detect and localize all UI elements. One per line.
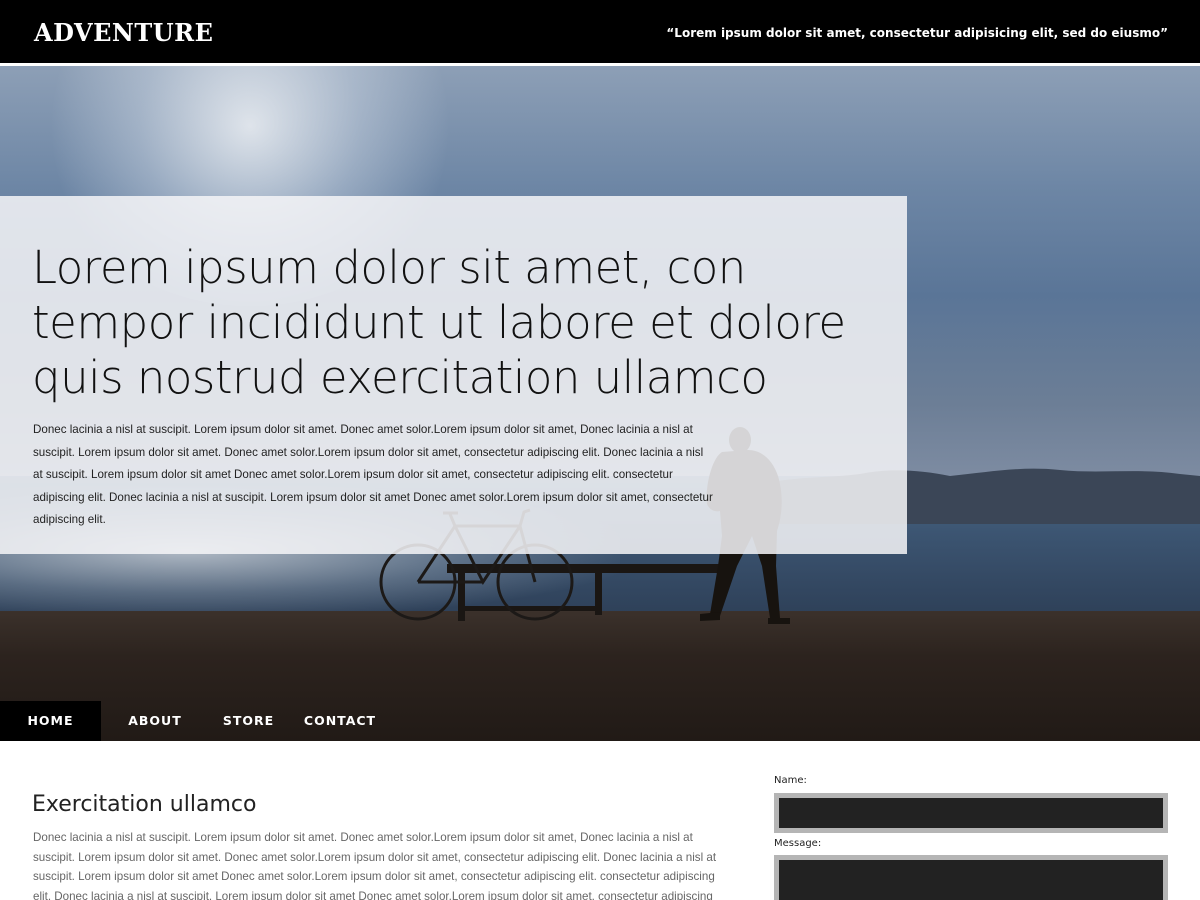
site-logo[interactable]: ADVENTURE [34,18,213,47]
section-text: Donec lacinia a nisl at suscipit. Lorem … [33,831,717,900]
hero-overlay-panel: Lorem ipsum dolor sit amet, con tempor i… [0,196,907,554]
hero-text: Donec lacinia a nisl at suscipit. Lorem … [33,423,713,526]
nav-about[interactable]: ABOUT [110,701,200,741]
site-tagline: “Lorem ipsum dolor sit amet, consectetur… [666,26,1168,40]
hero-headline: Lorem ipsum dolor sit amet, con tempor i… [32,241,846,404]
bench-leg-left [458,573,465,621]
hero-banner: Lorem ipsum dolor sit amet, con tempor i… [0,66,1200,741]
message-label: Message: [774,838,822,849]
main-navigation: HOME ABOUT STORE CONTACT [0,701,500,741]
section-title: Exercitation ullamco [32,792,257,817]
nav-store[interactable]: STORE [205,701,292,741]
nav-contact[interactable]: CONTACT [296,701,384,741]
nav-home[interactable]: HOME [0,701,101,741]
bench-base [458,606,602,611]
site-header: ADVENTURE “Lorem ipsum dolor sit amet, c… [0,0,1200,63]
name-field[interactable] [774,793,1168,833]
message-field[interactable] [774,855,1168,900]
name-label: Name: [774,775,807,786]
